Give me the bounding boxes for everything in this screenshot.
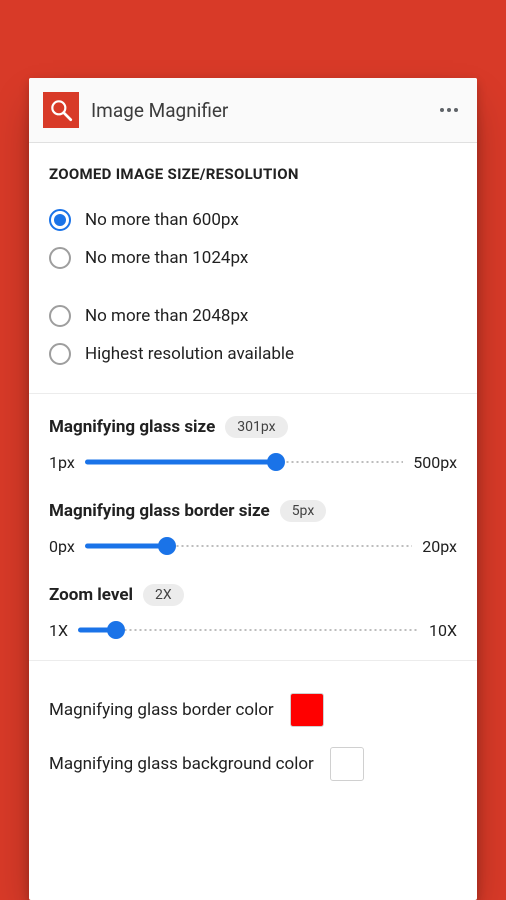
resolution-radio-group: No more than 600px No more than 1024px No …: [49, 201, 457, 373]
radio-label: No more than 2048px: [85, 306, 248, 326]
glass-size-slider: Magnifying glass size 301px 1px 500px: [49, 416, 457, 472]
radio-icon: [49, 209, 71, 231]
slider-max-label: 10X: [429, 621, 457, 640]
background-color-label: Magnifying glass background color: [49, 754, 314, 774]
slider-track[interactable]: [78, 620, 419, 640]
magnifier-app-icon: [43, 92, 79, 128]
resolution-section: ZOOMED IMAGE SIZE/RESOLUTION No more tha…: [29, 143, 477, 394]
slider-thumb[interactable]: [107, 621, 125, 639]
more-menu-icon[interactable]: [437, 98, 461, 122]
slider-min-label: 1X: [49, 621, 68, 640]
background-color-swatch[interactable]: [330, 747, 364, 781]
slider-track[interactable]: [85, 536, 412, 556]
slider-track-bg: [78, 628, 419, 632]
slider-header: Zoom level 2X: [49, 584, 457, 606]
slider-min-label: 1px: [49, 453, 75, 472]
slider-thumb[interactable]: [267, 453, 285, 471]
slider-row: 0px 20px: [49, 536, 457, 556]
radio-label: No more than 600px: [85, 210, 239, 230]
slider-value-badge: 5px: [280, 500, 327, 522]
radio-icon: [49, 343, 71, 365]
sliders-section: Magnifying glass size 301px 1px 500px Magni…: [29, 394, 477, 661]
slider-track-fill: [85, 544, 167, 549]
resolution-option[interactable]: Highest resolution available: [49, 335, 457, 373]
slider-min-label: 0px: [49, 537, 75, 556]
resolution-title: ZOOMED IMAGE SIZE/RESOLUTION: [49, 165, 457, 183]
slider-value-badge: 301px: [225, 416, 287, 438]
radio-label: Highest resolution available: [85, 344, 294, 364]
slider-thumb[interactable]: [158, 537, 176, 555]
slider-header: Magnifying glass border size 5px: [49, 500, 457, 522]
slider-header: Magnifying glass size 301px: [49, 416, 457, 438]
radio-icon: [49, 305, 71, 327]
slider-max-label: 500px: [413, 453, 457, 472]
resolution-option[interactable]: No more than 1024px: [49, 239, 457, 277]
slider-title: Magnifying glass size: [49, 417, 215, 437]
border-color-swatch[interactable]: [290, 693, 324, 727]
slider-value-badge: 2X: [143, 584, 184, 606]
app-title: Image Magnifier: [91, 99, 437, 122]
background-color-row: Magnifying glass background color: [49, 737, 457, 791]
resolution-option[interactable]: No more than 2048px: [49, 297, 457, 335]
slider-max-label: 20px: [422, 537, 457, 556]
settings-card: Image Magnifier ZOOMED IMAGE SIZE/RESOLU…: [29, 78, 477, 900]
slider-row: 1X 10X: [49, 620, 457, 640]
slider-row: 1px 500px: [49, 452, 457, 472]
slider-title: Zoom level: [49, 585, 133, 605]
slider-title: Magnifying glass border size: [49, 501, 270, 521]
colors-section: Magnifying glass border color Magnifying…: [29, 661, 477, 811]
zoom-slider: Zoom level 2X 1X 10X: [49, 584, 457, 640]
radio-icon: [49, 247, 71, 269]
resolution-option[interactable]: No more than 600px: [49, 201, 457, 239]
radio-label: No more than 1024px: [85, 248, 248, 268]
header: Image Magnifier: [29, 78, 477, 143]
border-size-slider: Magnifying glass border size 5px 0px 20px: [49, 500, 457, 556]
slider-track[interactable]: [85, 452, 403, 472]
border-color-label: Magnifying glass border color: [49, 700, 274, 720]
slider-track-fill: [85, 460, 276, 465]
border-color-row: Magnifying glass border color: [49, 683, 457, 737]
